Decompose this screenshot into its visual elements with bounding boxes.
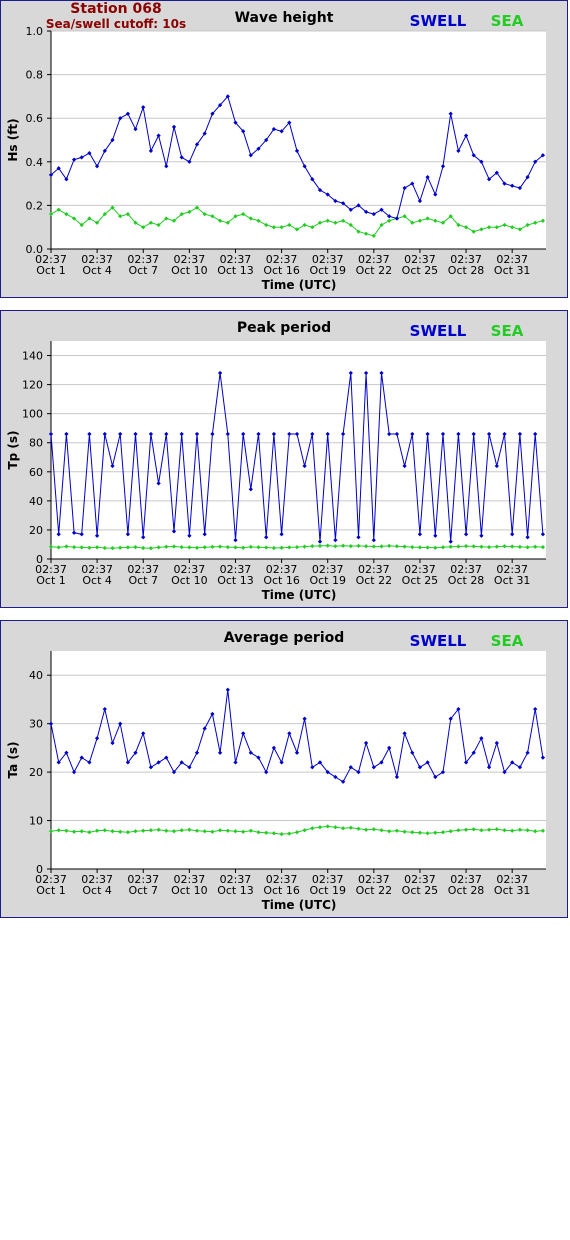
x-tick-date: Oct 22 bbox=[356, 264, 393, 277]
x-tick-date: Oct 31 bbox=[494, 264, 531, 277]
x-tick-date: Oct 31 bbox=[494, 884, 531, 897]
plot-area bbox=[51, 31, 546, 249]
x-tick-date: Oct 13 bbox=[217, 574, 254, 587]
legend-swell: SWELL bbox=[410, 322, 467, 340]
x-tick-date: Oct 1 bbox=[36, 574, 66, 587]
y-tick-label: 40 bbox=[29, 669, 43, 682]
y-tick-label: 80 bbox=[29, 437, 43, 450]
y-tick-label: 0.4 bbox=[26, 156, 44, 169]
x-axis-label: Time (UTC) bbox=[262, 588, 337, 602]
average-period-chart: 01020304002:37Oct 102:37Oct 402:37Oct 70… bbox=[6, 630, 546, 912]
x-tick-date: Oct 22 bbox=[356, 884, 393, 897]
station-name: Station 068 bbox=[70, 1, 162, 17]
x-tick-date: Oct 7 bbox=[128, 264, 158, 277]
y-tick-label: 20 bbox=[29, 524, 43, 537]
x-tick-date: Oct 10 bbox=[171, 574, 208, 587]
chart-title: Peak period bbox=[237, 320, 331, 336]
x-axis-label: Time (UTC) bbox=[262, 278, 337, 292]
x-tick-date: Oct 19 bbox=[309, 884, 346, 897]
x-tick-date: Oct 25 bbox=[402, 264, 439, 277]
x-tick-date: Oct 16 bbox=[263, 574, 300, 587]
chart-title: Wave height bbox=[235, 10, 334, 26]
station-header: Station 068 Sea/swell cutoff: 10s bbox=[41, 1, 191, 31]
peak-period-chart: 02040608010012014002:37Oct 102:37Oct 402… bbox=[6, 320, 546, 602]
y-tick-label: 60 bbox=[29, 466, 43, 479]
y-tick-label: 0.6 bbox=[26, 112, 44, 125]
x-tick-date: Oct 4 bbox=[82, 574, 112, 587]
legend-swell: SWELL bbox=[410, 12, 467, 30]
x-tick-date: Oct 22 bbox=[356, 574, 393, 587]
x-tick-date: Oct 4 bbox=[82, 884, 112, 897]
y-axis-label: Tp (s) bbox=[6, 430, 20, 469]
x-tick-date: Oct 10 bbox=[171, 264, 208, 277]
x-tick-date: Oct 25 bbox=[402, 574, 439, 587]
x-tick-date: Oct 4 bbox=[82, 264, 112, 277]
x-tick-date: Oct 10 bbox=[171, 884, 208, 897]
y-tick-label: 0.8 bbox=[26, 69, 44, 82]
y-tick-label: 140 bbox=[22, 350, 43, 363]
y-tick-label: 0.2 bbox=[26, 199, 44, 212]
plot-area bbox=[51, 341, 546, 559]
average-period-panel: 0 10 20 30 40 02:37 Oct 1 02:37 Oct 4 02:37 Oct 70… bbox=[0, 620, 568, 918]
x-tick-date: Oct 1 bbox=[36, 884, 66, 897]
y-tick-label: 10 bbox=[29, 815, 43, 828]
x-tick-date: Oct 28 bbox=[448, 574, 485, 587]
cutoff-label: Sea/swell cutoff: 10s bbox=[45, 17, 187, 31]
x-tick-date: Oct 28 bbox=[448, 884, 485, 897]
y-tick-label: 40 bbox=[29, 495, 43, 508]
legend-sea: SEA bbox=[491, 632, 524, 650]
x-tick-date: Oct 16 bbox=[263, 884, 300, 897]
x-tick-date: Oct 19 bbox=[309, 574, 346, 587]
legend-sea: SEA bbox=[491, 12, 524, 30]
x-tick-date: Oct 13 bbox=[217, 264, 254, 277]
x-tick-date: Oct 13 bbox=[217, 884, 254, 897]
y-tick-label: 120 bbox=[22, 379, 43, 392]
y-axis-label: Hs (ft) bbox=[6, 118, 20, 161]
y-tick-label: 30 bbox=[29, 718, 43, 731]
x-tick-date: Oct 19 bbox=[309, 264, 346, 277]
x-axis-label: Time (UTC) bbox=[262, 898, 337, 912]
y-tick-label: 20 bbox=[29, 766, 43, 779]
plot-area bbox=[51, 651, 546, 869]
wave-height-panel: Station 068 Sea/swell cutoff: 10s 0.0 0.2… bbox=[0, 0, 568, 298]
x-tick-date: Oct 31 bbox=[494, 574, 531, 587]
x-tick-date: Oct 28 bbox=[448, 264, 485, 277]
peak-period-panel: 0 20 40 60 80 100 120 140 02:37 Oct 1 02:37 Oct 4 02… bbox=[0, 310, 568, 608]
x-tick-date: Oct 7 bbox=[128, 884, 158, 897]
x-tick-date: Oct 7 bbox=[128, 574, 158, 587]
legend-swell: SWELL bbox=[410, 632, 467, 650]
y-tick-label: 100 bbox=[22, 408, 43, 421]
legend-sea: SEA bbox=[491, 322, 524, 340]
x-tick-date: Oct 16 bbox=[263, 264, 300, 277]
y-axis-label: Ta (s) bbox=[6, 741, 20, 778]
x-tick-date: Oct 25 bbox=[402, 884, 439, 897]
wave-height-chart: 0.00.20.40.60.81.002:37Oct 102:37Oct 402… bbox=[6, 10, 546, 292]
x-tick-date: Oct 1 bbox=[36, 264, 66, 277]
chart-title: Average period bbox=[224, 630, 345, 646]
